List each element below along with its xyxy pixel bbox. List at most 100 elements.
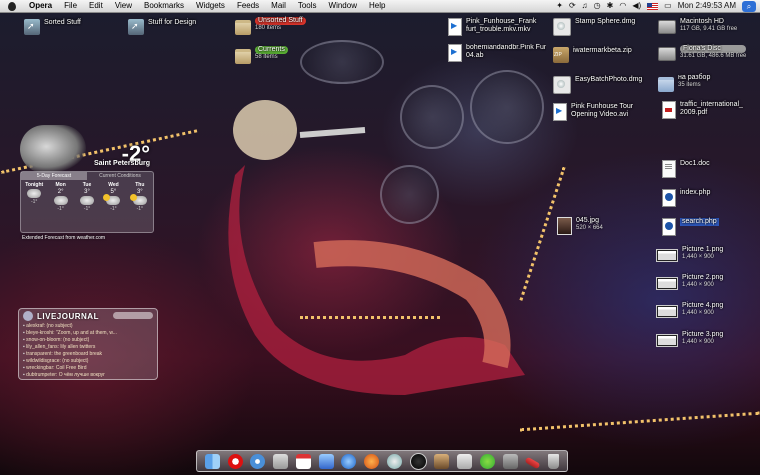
desktop-item-label: Picture 2.png bbox=[682, 274, 724, 281]
tools-icon[interactable] bbox=[524, 456, 541, 469]
livejournal-entry[interactable]: lily_allen_fans: lily allen twitters bbox=[23, 344, 153, 351]
desktop-item-label: EasyBatchPhoto.dmg bbox=[575, 76, 643, 83]
desktop-item-label: Unsorted Stuff bbox=[255, 17, 306, 25]
menu-window[interactable]: Window bbox=[323, 0, 363, 12]
forecast-day-name: Tue bbox=[82, 182, 92, 188]
desktop-item-doc1[interactable]: Doc1.doc bbox=[662, 160, 710, 178]
desktop-item-picture-3[interactable]: Picture 3.png 1,440 × 900 bbox=[656, 331, 723, 347]
desktop-item-search-php[interactable]: search.php bbox=[662, 218, 719, 236]
livejournal-search-field[interactable] bbox=[113, 312, 153, 319]
mail-icon[interactable] bbox=[273, 453, 289, 469]
system-preferences-icon[interactable] bbox=[502, 453, 518, 469]
menu-edit[interactable]: Edit bbox=[83, 0, 109, 12]
menu-file[interactable]: File bbox=[58, 0, 83, 12]
drum bbox=[380, 165, 439, 224]
menu-bookmarks[interactable]: Bookmarks bbox=[138, 0, 190, 12]
cloudy-weather-icon bbox=[20, 125, 86, 173]
desktop-item-sorted-stuff[interactable]: Sorted Stuff bbox=[24, 19, 81, 35]
time-machine-icon[interactable]: ◷ bbox=[594, 0, 601, 12]
desktop-item-label: Opening Video.avi bbox=[571, 111, 629, 118]
apple-menu-icon[interactable] bbox=[8, 1, 16, 11]
livejournal-entry[interactable]: wreckingbar: Coil Free Bird bbox=[23, 365, 153, 372]
desktop-item-picture-2[interactable]: Picture 2.png 1,440 × 900 bbox=[656, 274, 723, 290]
firefox-icon[interactable] bbox=[364, 453, 380, 469]
iphoto-icon[interactable] bbox=[434, 453, 450, 469]
menu-mail[interactable]: Mail bbox=[265, 0, 292, 12]
desktop-item-traffic-pdf[interactable]: traffic_international_ 2009.pdf bbox=[662, 101, 743, 119]
desktop-item-macintosh-hd[interactable]: Macintosh HD 117 GB, 9.41 GB free bbox=[658, 18, 737, 34]
menu-feeds[interactable]: Feeds bbox=[231, 0, 265, 12]
livejournal-entry[interactable]: snow-on-bloom: (no subject) bbox=[23, 337, 153, 344]
adium-icon[interactable] bbox=[479, 453, 495, 469]
desktop-item-label: Stamp Sphere.dmg bbox=[575, 18, 636, 25]
menu-app-opera[interactable]: Opera bbox=[23, 0, 58, 12]
network-app-icon[interactable] bbox=[386, 453, 402, 469]
livejournal-entry[interactable]: dubtrumpeter: О чём лучше вокруг bbox=[23, 372, 153, 379]
finder-icon[interactable] bbox=[204, 453, 220, 469]
livejournal-entry[interactable]: alexkraf: (no subject) bbox=[23, 323, 153, 330]
livejournal-entry[interactable]: transparent: the greenboard break bbox=[23, 351, 153, 358]
livejournal-entry[interactable]: wildwildisgrace: (no subject) bbox=[23, 358, 153, 365]
desktop-item-iwatermark-zip[interactable]: iwatermarkbeta.zip bbox=[553, 47, 632, 63]
ichat-icon[interactable] bbox=[341, 453, 357, 469]
desktop-item-label: furt_trouble.mkv.mkv bbox=[466, 26, 531, 33]
forecast-high: 3° bbox=[84, 189, 90, 195]
volume-icon[interactable]: ◀) bbox=[632, 0, 641, 12]
sync-icon[interactable]: ⟳ bbox=[569, 0, 576, 12]
desktop-item-picture-1[interactable]: Picture 1.png 1,440 × 900 bbox=[656, 246, 723, 262]
opera-icon[interactable] bbox=[227, 453, 243, 469]
weather-forecast-panel: 5-Day Forecast Current Conditions Tonigh… bbox=[20, 171, 154, 233]
menu-view[interactable]: View bbox=[109, 0, 138, 12]
desktop-item-index-php[interactable]: index.php bbox=[662, 189, 710, 207]
application-icon[interactable] bbox=[457, 453, 473, 469]
script-menu-icon[interactable]: ✦ bbox=[556, 0, 563, 12]
dashboard-icon[interactable] bbox=[409, 452, 427, 470]
bluetooth-icon[interactable]: ✱ bbox=[607, 0, 614, 12]
forecast-high: 2° bbox=[57, 189, 64, 195]
snow-cloud-icon bbox=[27, 189, 42, 198]
battery-icon[interactable]: ▭ bbox=[664, 0, 672, 12]
tab-current-conditions[interactable]: Current Conditions bbox=[87, 172, 153, 180]
desktop-item-stamp-sphere-dmg[interactable]: Stamp Sphere.dmg bbox=[553, 18, 635, 36]
forecast-day: Thu 3° -1° bbox=[127, 182, 153, 212]
input-source-flag-icon[interactable] bbox=[647, 2, 659, 10]
trash-icon[interactable] bbox=[548, 453, 560, 469]
desktop-item-bohemian-mp3[interactable]: bohemiandandbr.Pink Funhouse..mp3 04.ab bbox=[448, 44, 546, 62]
spotlight-search-icon[interactable]: ⌕ bbox=[742, 0, 756, 12]
desktop-item-label: Picture 4.png bbox=[682, 302, 724, 309]
menu-help[interactable]: Help bbox=[363, 0, 391, 12]
wifi-icon[interactable]: ◠ bbox=[619, 0, 626, 12]
tab-5-day-forecast[interactable]: 5-Day Forecast bbox=[21, 172, 87, 180]
desktop-item-stuff-for-design[interactable]: Stuff for Design bbox=[128, 19, 196, 35]
safari-icon[interactable] bbox=[250, 453, 266, 469]
livejournal-widget[interactable]: LIVEJOURNAL alexkraf: (no subject) bleye… bbox=[18, 308, 158, 380]
preview-icon[interactable] bbox=[318, 453, 334, 469]
alias-folder-icon bbox=[128, 19, 144, 35]
weather-widget[interactable]: -2° Saint Petersburg 5-Day Forecast Curr… bbox=[18, 125, 154, 245]
desktop-item-unsorted-stuff[interactable]: Unsorted Stuff 180 items bbox=[235, 17, 306, 35]
desktop-item-label: Sorted Stuff bbox=[44, 19, 81, 26]
weather-footer-link[interactable]: Extended Forecast from weather.com bbox=[22, 235, 105, 241]
dock bbox=[196, 450, 568, 472]
desktop-item-currents[interactable]: Currents 58 items bbox=[235, 46, 288, 64]
desktop-item-na-razbor[interactable]: на разбор 35 items bbox=[658, 74, 710, 92]
desktop-item-pink-funhouse-mkv[interactable]: Pink_Funhouse_Frank furt_trouble.mkv.mkv bbox=[448, 18, 536, 36]
png-image-icon bbox=[656, 334, 678, 347]
calendar-icon[interactable] bbox=[295, 453, 311, 469]
desktop-item-fionas-disc[interactable]: Fiona's Disc 31.61 GB, 486.6 MB free bbox=[658, 45, 747, 61]
desktop-item-easybatchphoto-dmg[interactable]: EasyBatchPhoto.dmg bbox=[553, 76, 642, 94]
desktop-item-picture-4[interactable]: Picture 4.png 1,440 × 900 bbox=[656, 302, 723, 318]
menu-tools[interactable]: Tools bbox=[292, 0, 323, 12]
itunes-icon[interactable]: ♫ bbox=[582, 0, 588, 12]
forecast-low: -1° bbox=[110, 206, 117, 212]
forecast-day: Wed 5° -1° bbox=[100, 182, 126, 212]
menubar-clock[interactable]: Mon 2:49:53 AM bbox=[678, 0, 736, 12]
desktop-item-pink-funhouse-avi[interactable]: Pink Funhouse Tour Opening Video.avi bbox=[553, 103, 633, 121]
livejournal-logo-icon bbox=[23, 311, 33, 321]
forecast-low: -1° bbox=[83, 206, 91, 212]
desktop-item-label: Stuff for Design bbox=[148, 19, 197, 26]
livejournal-entry[interactable]: bleye-kroshi: "Zoom, up and at them, w..… bbox=[23, 330, 153, 337]
desktop-item-info: 1,440 × 900 bbox=[682, 310, 714, 316]
menu-widgets[interactable]: Widgets bbox=[190, 0, 231, 12]
desktop-item-045-jpg[interactable]: 045.jpg 520 × 664 bbox=[557, 217, 603, 235]
